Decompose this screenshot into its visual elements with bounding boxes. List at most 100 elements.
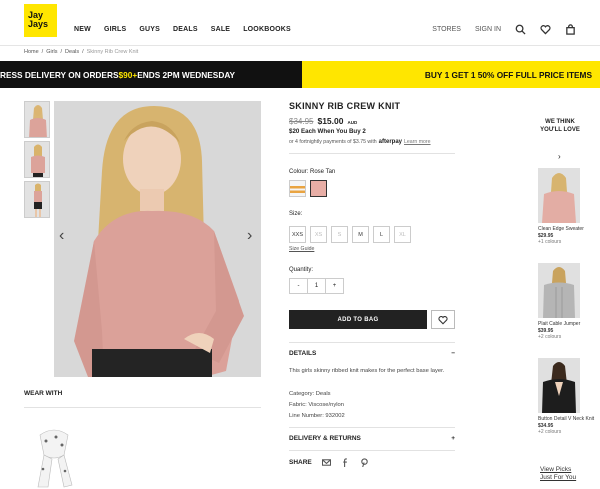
spec-line-number: Line Number: 932002 — [289, 413, 345, 419]
crumb-sep: / — [41, 49, 44, 55]
signin-link[interactable]: SIGN IN — [475, 26, 501, 33]
next-image-arrow[interactable]: › — [247, 227, 252, 245]
main-product-image[interactable] — [54, 101, 261, 377]
delivery-threshold: $90+ — [118, 69, 138, 80]
details-accordion[interactable]: DETAILS − — [289, 350, 455, 357]
nav-sale[interactable]: SALE — [211, 26, 230, 33]
price-row: $34.95 $15.00 AUD — [289, 116, 357, 126]
crumb-sep: / — [82, 49, 84, 55]
expand-icon: + — [451, 435, 455, 442]
recommendation-item[interactable]: Button Detail V Neck Knit $34.95 +2 colo… — [538, 416, 594, 436]
view-picks-link[interactable]: View Picks Just For You — [540, 466, 576, 482]
crumb-sep: / — [60, 49, 63, 55]
size-guide-link[interactable]: Size Guide — [289, 246, 314, 252]
item-colours: +2 colours — [538, 334, 562, 340]
bogo-scope: FULL PRICE ITEMS — [515, 69, 592, 80]
add-to-bag-button[interactable]: ADD TO BAG — [289, 310, 427, 329]
product-title: SKINNY RIB CREW KNIT — [289, 101, 401, 111]
divider — [289, 427, 455, 428]
item-colours: +2 colours — [538, 429, 562, 435]
afterpay-text: or 4 fortnightly payments of $3.75 with — [289, 139, 377, 145]
item-name: Button Detail V Neck Knit — [538, 416, 595, 422]
product-description: This girls skinny ribbed knit makes for … — [289, 368, 445, 374]
crumb-deals[interactable]: Deals — [65, 49, 79, 55]
bogo-discount: 50% OFF — [477, 69, 514, 80]
delivery-accordion[interactable]: DELIVERY & RETURNS + — [289, 435, 455, 442]
qty-increase-button[interactable]: + — [325, 278, 344, 294]
size-xl[interactable]: XL — [394, 226, 411, 243]
delivery-promo-text: RESS DELIVERY ON ORDERS — [0, 69, 119, 80]
breadcrumb: Home / Girls / Deals / Skinny Rib Crew K… — [24, 49, 138, 55]
size-l[interactable]: L — [373, 226, 390, 243]
item-colours: +1 colours — [538, 239, 562, 245]
header-utilities: STORES SIGN IN — [432, 24, 576, 35]
crumb-home[interactable]: Home — [24, 49, 39, 55]
logo-line2: Jays — [28, 19, 49, 29]
heart-icon[interactable] — [540, 24, 551, 35]
promo-banner[interactable]: RESS DELIVERY ON ORDERS $90+ ENDS 2PM WE… — [0, 61, 600, 88]
thumbnail-full[interactable] — [24, 181, 50, 218]
colour-label: Colour: — [289, 169, 309, 175]
share-label: SHARE — [289, 459, 312, 466]
qty-decrease-button[interactable]: - — [289, 278, 308, 294]
nav-deals[interactable]: DEALS — [173, 26, 198, 33]
learn-more-link[interactable]: Learn more — [404, 139, 431, 145]
size-selector: XXS XS S M L XL — [289, 226, 411, 243]
afterpay-logo: afterpay — [378, 139, 403, 145]
view-picks-line2: Just For You — [540, 474, 577, 481]
delivery-heading: DELIVERY & RETURNS — [289, 435, 361, 442]
recommendation-image[interactable] — [538, 168, 580, 223]
email-icon[interactable] — [321, 458, 331, 467]
colour-swatch-stripe[interactable] — [289, 180, 306, 197]
quantity-label: Quantity: — [289, 267, 314, 273]
bag-icon[interactable] — [565, 24, 576, 35]
divider — [24, 407, 261, 408]
size-label: Size: — [289, 211, 303, 217]
facebook-icon[interactable] — [341, 458, 350, 467]
prev-image-arrow[interactable]: ‹ — [59, 227, 64, 245]
nav-girls[interactable]: GIRLS — [104, 26, 126, 33]
item-name: Plait Cable Jumper — [538, 321, 581, 327]
size-xs[interactable]: XS — [310, 226, 327, 243]
currency: AUD — [347, 120, 358, 125]
item-name: Clean Edge Sweater — [538, 226, 584, 232]
stores-link[interactable]: STORES — [432, 26, 461, 33]
product-page: Jay Jays NEW GIRLS GUYS DEALS SALE LOOKB… — [0, 0, 600, 489]
nav-lookbooks[interactable]: LOOKBOOKS — [243, 26, 291, 33]
size-m[interactable]: M — [352, 226, 369, 243]
colour-label-row: Colour: Rose Tan — [289, 169, 335, 175]
scarf-product-image[interactable] — [34, 425, 74, 489]
colour-swatch-rose-tan[interactable] — [310, 180, 327, 197]
recommendations-heading: WE THINK YOU'LL LOVE — [540, 119, 580, 133]
recommendation-item[interactable]: Plait Cable Jumper $39.95 +2 colours — [538, 321, 580, 341]
size-s[interactable]: S — [331, 226, 348, 243]
pinterest-icon[interactable] — [360, 458, 369, 467]
delivery-promo: RESS DELIVERY ON ORDERS $90+ ENDS 2PM WE… — [0, 61, 302, 88]
recommendation-item[interactable]: Clean Edge Sweater $29.95 +1 colours — [538, 226, 584, 246]
multi-buy-promo: $20 Each When You Buy 2 — [289, 128, 366, 135]
chevron-down-icon[interactable]: › — [558, 152, 561, 161]
crumb-current: Skinny Rib Crew Knit — [86, 49, 139, 55]
nav-new[interactable]: NEW — [74, 26, 91, 33]
crumb-girls[interactable]: Girls — [46, 49, 57, 55]
main-nav: NEW GIRLS GUYS DEALS SALE LOOKBOOKS — [74, 26, 291, 33]
share-row: SHARE — [289, 458, 369, 467]
afterpay-info: or 4 fortnightly payments of $3.75 with … — [289, 139, 431, 145]
thumbnail-front[interactable] — [24, 101, 50, 138]
colour-value: Rose Tan — [310, 169, 336, 175]
delivery-deadline: ENDS 2PM WEDNESDAY — [137, 69, 236, 80]
wear-with-heading: WEAR WITH — [24, 390, 63, 397]
divider — [289, 342, 455, 343]
wishlist-button[interactable] — [431, 310, 455, 329]
sale-price: $15.00 — [317, 116, 344, 126]
size-xxs[interactable]: XXS — [289, 226, 306, 243]
recommendation-image[interactable] — [538, 263, 580, 318]
search-icon[interactable] — [515, 24, 526, 35]
recommendation-image[interactable] — [538, 358, 580, 413]
qty-input[interactable]: 1 — [307, 278, 326, 294]
brand-logo[interactable]: Jay Jays — [24, 4, 57, 37]
thumbnail-side[interactable] — [24, 141, 50, 178]
quantity-stepper: - 1 + — [289, 278, 344, 294]
nav-guys[interactable]: GUYS — [139, 26, 160, 33]
spec-category: Category: Deals — [289, 391, 331, 397]
